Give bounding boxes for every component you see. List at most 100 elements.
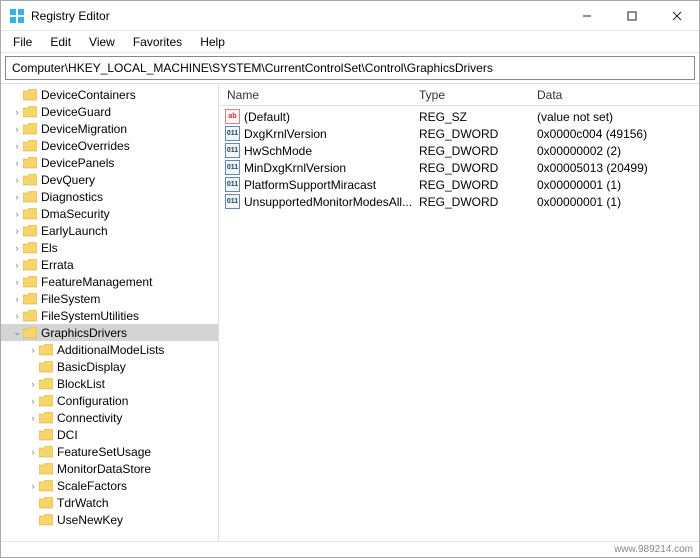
tree-item-devicecontainers[interactable]: ·DeviceContainers (1, 86, 218, 103)
window-controls (564, 1, 699, 30)
tree-item-monitordatastore[interactable]: ·MonitorDataStore (1, 460, 218, 477)
tree-item-errata[interactable]: ›Errata (1, 256, 218, 273)
chevron-right-icon[interactable]: › (11, 192, 23, 202)
value-row[interactable]: 011UnsupportedMonitorModesAll...REG_DWOR… (219, 193, 699, 210)
chevron-right-icon[interactable]: › (27, 396, 39, 406)
value-data: 0x0000c004 (49156) (537, 127, 699, 141)
chevron-right-icon[interactable]: › (11, 141, 23, 151)
folder-icon (23, 293, 37, 305)
tree-item-filesystemutilities[interactable]: › FileSystemUtilities (1, 307, 218, 324)
tree-pane[interactable]: ·DeviceContainers›DeviceGuard›DeviceMigr… (1, 84, 219, 541)
folder-icon (23, 89, 37, 101)
tree-item-devquery[interactable]: ›DevQuery (1, 171, 218, 188)
chevron-right-icon[interactable]: › (11, 124, 23, 134)
value-row[interactable]: 011MinDxgKrnlVersionREG_DWORD0x00005013 … (219, 159, 699, 176)
value-type: REG_DWORD (419, 144, 537, 158)
value-name: DxgKrnlVersion (244, 127, 327, 141)
chevron-right-icon[interactable]: › (11, 277, 23, 287)
tree-item-featuresetusage[interactable]: › FeatureSetUsage (1, 443, 218, 460)
tree-item-label: FileSystemUtilities (41, 309, 139, 323)
tree-item-earlylaunch[interactable]: ›EarlyLaunch (1, 222, 218, 239)
menubar: File Edit View Favorites Help (1, 31, 699, 53)
tree-item-configuration[interactable]: › Configuration (1, 392, 218, 409)
column-header-name[interactable]: Name (219, 84, 419, 105)
tree-item-additionalmodelists[interactable]: › AdditionalModeLists (1, 341, 218, 358)
folder-icon (23, 106, 37, 118)
chevron-right-icon[interactable]: › (11, 294, 23, 304)
chevron-right-icon[interactable]: › (11, 260, 23, 270)
chevron-right-icon[interactable]: › (27, 379, 39, 389)
address-bar[interactable]: Computer\HKEY_LOCAL_MACHINE\SYSTEM\Curre… (5, 56, 695, 80)
menu-file[interactable]: File (5, 33, 40, 51)
tree-item-devicepanels[interactable]: ›DevicePanels (1, 154, 218, 171)
value-type: REG_DWORD (419, 178, 537, 192)
tree-item-label: DCI (57, 428, 78, 442)
maximize-button[interactable] (609, 1, 654, 30)
tree-item-graphicsdrivers[interactable]: ⌄GraphicsDrivers (1, 324, 218, 341)
tree-item-usenewkey[interactable]: ·UseNewKey (1, 511, 218, 528)
tree-item-label: DeviceOverrides (41, 139, 130, 153)
tree-item-dmasecurity[interactable]: ›DmaSecurity (1, 205, 218, 222)
chevron-right-icon[interactable]: › (11, 158, 23, 168)
tree-item-connectivity[interactable]: › Connectivity (1, 409, 218, 426)
column-header-data[interactable]: Data (537, 84, 699, 105)
chevron-right-icon[interactable]: › (11, 107, 23, 117)
main-content: ·DeviceContainers›DeviceGuard›DeviceMigr… (1, 83, 699, 541)
tree-item-label: Els (41, 241, 58, 255)
list-header: Name Type Data (219, 84, 699, 106)
tree-item-label: Connectivity (57, 411, 122, 425)
tree-item-basicdisplay[interactable]: ·BasicDisplay (1, 358, 218, 375)
value-name: PlatformSupportMiracast (244, 178, 376, 192)
tree-item-dci[interactable]: ·DCI (1, 426, 218, 443)
chevron-down-icon[interactable]: ⌄ (11, 327, 23, 338)
folder-icon (39, 497, 53, 509)
column-header-type[interactable]: Type (419, 84, 537, 105)
tree-item-els[interactable]: › Els (1, 239, 218, 256)
tree-item-scalefactors[interactable]: ›ScaleFactors (1, 477, 218, 494)
value-name: HwSchMode (244, 144, 312, 158)
value-row[interactable]: 011DxgKrnlVersionREG_DWORD0x0000c004 (49… (219, 125, 699, 142)
tree-item-deviceguard[interactable]: ›DeviceGuard (1, 103, 218, 120)
chevron-right-icon[interactable]: › (11, 226, 23, 236)
value-row[interactable]: 011PlatformSupportMiracastREG_DWORD0x000… (219, 176, 699, 193)
chevron-right-icon[interactable]: › (11, 311, 23, 321)
value-row[interactable]: 011HwSchModeREG_DWORD0x00000002 (2) (219, 142, 699, 159)
close-button[interactable] (654, 1, 699, 30)
menu-help[interactable]: Help (192, 33, 233, 51)
tree-item-devicemigration[interactable]: › DeviceMigration (1, 120, 218, 137)
menu-favorites[interactable]: Favorites (125, 33, 190, 51)
minimize-button[interactable] (564, 1, 609, 30)
folder-icon (23, 191, 37, 203)
tree-item-label: AdditionalModeLists (57, 343, 164, 357)
tree-item-label: DeviceMigration (41, 122, 127, 136)
chevron-right-icon[interactable]: › (27, 447, 39, 457)
folder-icon (39, 412, 53, 424)
menu-view[interactable]: View (81, 33, 123, 51)
tree-item-filesystem[interactable]: ›FileSystem (1, 290, 218, 307)
menu-edit[interactable]: Edit (42, 33, 79, 51)
folder-icon (23, 327, 37, 339)
spacer: · (27, 515, 39, 525)
chevron-right-icon[interactable]: › (11, 209, 23, 219)
tree-item-label: Configuration (57, 394, 128, 408)
chevron-right-icon[interactable]: › (27, 345, 39, 355)
tree-item-blocklist[interactable]: ›BlockList (1, 375, 218, 392)
tree-item-deviceoverrides[interactable]: › DeviceOverrides (1, 137, 218, 154)
value-type: REG_DWORD (419, 127, 537, 141)
spacer: · (27, 498, 39, 508)
value-row[interactable]: ab(Default)REG_SZ(value not set) (219, 108, 699, 125)
tree-item-label: MonitorDataStore (57, 462, 151, 476)
dword-value-icon: 011 (225, 143, 240, 158)
folder-icon (39, 480, 53, 492)
chevron-right-icon[interactable]: › (11, 243, 23, 253)
tree-item-diagnostics[interactable]: ›Diagnostics (1, 188, 218, 205)
tree-item-label: DeviceContainers (41, 88, 136, 102)
folder-icon (39, 344, 53, 356)
tree-item-featuremanagement[interactable]: ›FeatureManagement (1, 273, 218, 290)
tree-item-tdrwatch[interactable]: ·TdrWatch (1, 494, 218, 511)
dword-value-icon: 011 (225, 194, 240, 209)
tree-item-label: FeatureSetUsage (57, 445, 151, 459)
chevron-right-icon[interactable]: › (11, 175, 23, 185)
chevron-right-icon[interactable]: › (27, 413, 39, 423)
chevron-right-icon[interactable]: › (27, 481, 39, 491)
